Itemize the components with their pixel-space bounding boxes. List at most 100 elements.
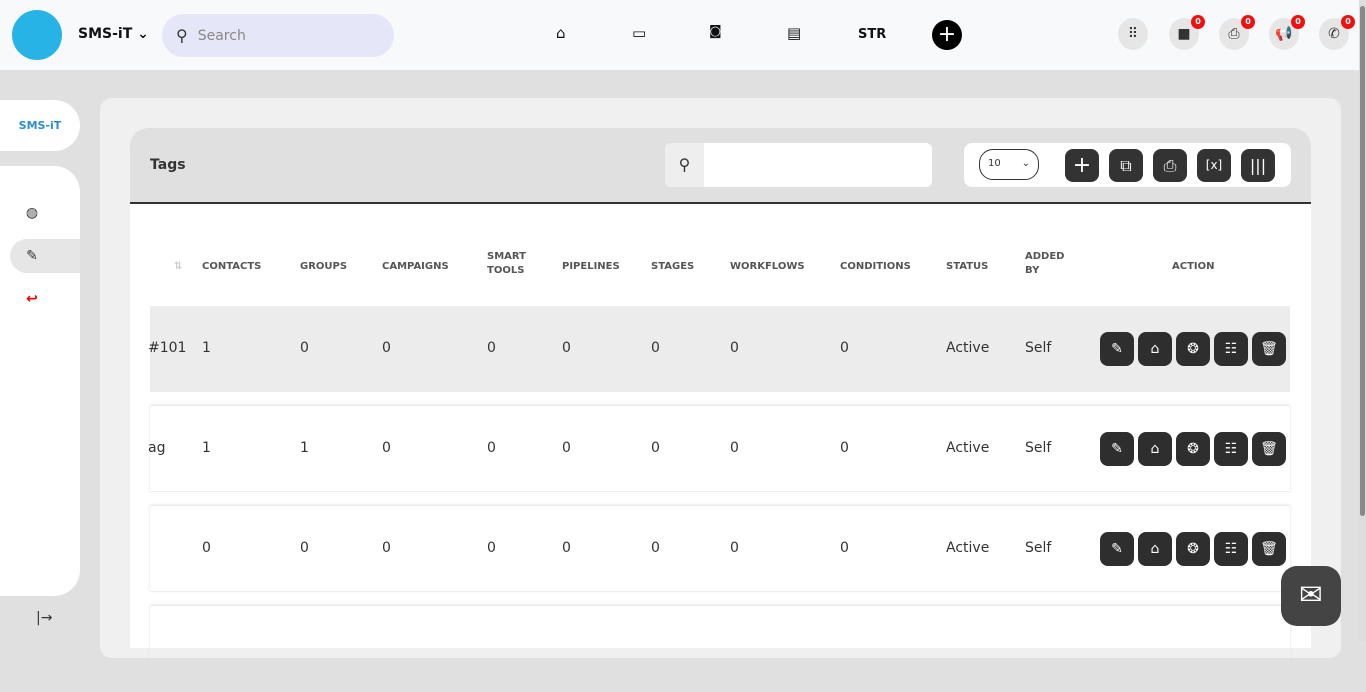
calls-badge: 0 — [1341, 15, 1355, 29]
apps-grid-button[interactable]: ⠿ — [1118, 18, 1148, 50]
cell-pipelines: 0 — [562, 540, 571, 556]
cell-stages: 0 — [651, 540, 660, 556]
tag-name: ag — [148, 440, 166, 456]
settings-list-button[interactable]: ☷ — [1214, 432, 1248, 466]
fingerprint-button[interactable]: ❂ — [1176, 432, 1210, 466]
printer-icon: ⎙ — [1228, 26, 1240, 42]
cell-pipelines: 0 — [562, 440, 571, 456]
header-smart-tools[interactable]: SMART TOOLS — [487, 250, 527, 278]
header-added-by[interactable]: ADDED BY — [1025, 250, 1065, 278]
delete-button[interactable]: 🗑 — [1252, 532, 1286, 566]
print-button[interactable]: ⎙ — [1153, 149, 1187, 182]
str-link[interactable]: STR — [858, 27, 886, 42]
edit-button[interactable]: ✎ — [1100, 332, 1134, 366]
row-actions: ✎ ⌂ ❂ ☷ 🗑 — [1100, 532, 1286, 566]
edit-button[interactable]: ✎ — [1100, 532, 1134, 566]
table-row: ag 1 1 0 0 0 0 0 0 Active Self ✎ ⌂ ❂ ☷ 🗑 — [148, 406, 1290, 492]
header-workflows[interactable]: WORKFLOWS — [730, 260, 805, 274]
header-contacts[interactable]: CONTACTS — [202, 260, 261, 274]
cell-status: Active — [946, 340, 990, 356]
add-tag-button[interactable]: ⌂ — [1138, 532, 1172, 566]
cell-added-by: Self — [1025, 340, 1052, 356]
messages-button[interactable]: ■ 0 — [1169, 15, 1205, 50]
delete-button[interactable]: 🗑 — [1252, 332, 1286, 366]
edit-button[interactable]: ✎ — [1100, 432, 1134, 466]
cell-workflows: 0 — [730, 540, 739, 556]
fingerprint-button[interactable]: ❂ — [1176, 332, 1210, 366]
cell-campaigns: 0 — [382, 440, 391, 456]
sort-icon[interactable]: ⇅ — [174, 260, 182, 274]
header-pipelines[interactable]: PIPELINES — [562, 260, 620, 274]
store-icon[interactable]: ▤ — [787, 24, 801, 42]
tag-plus-icon: ⌂ — [1150, 541, 1160, 557]
announcements-button[interactable]: 📢 0 — [1269, 15, 1305, 50]
cell-added-by: Self — [1025, 540, 1052, 556]
delete-button[interactable]: 🗑 — [1252, 432, 1286, 466]
cell-stages: 0 — [651, 440, 660, 456]
printer-badge: 0 — [1241, 15, 1255, 29]
add-tag-button[interactable]: + — [1065, 149, 1099, 182]
collapse-sidebar-button[interactable]: |→ — [36, 610, 52, 626]
edit-icon: ✎ — [1111, 441, 1123, 457]
page-size-select[interactable]: 10 ⌄ — [979, 149, 1039, 180]
header-campaigns[interactable]: CAMPAIGNS — [382, 260, 449, 274]
grid-icon: ⠿ — [1127, 26, 1139, 42]
list-gear-icon: ☷ — [1224, 341, 1238, 357]
mail-chat-button[interactable]: ✉ — [1281, 566, 1341, 626]
trash-icon: 🗑 — [1260, 541, 1278, 557]
megaphone-icon: 📢 — [1275, 26, 1293, 42]
announcements-badge: 0 — [1291, 15, 1305, 29]
scrollbar[interactable] — [1359, 0, 1366, 641]
header-stages[interactable]: STAGES — [651, 260, 694, 274]
cell-contacts: 1 — [202, 440, 211, 456]
edit-icon: ✎ — [26, 248, 38, 264]
trash-icon: 🗑 — [1260, 341, 1278, 357]
columns-button[interactable]: ||| — [1241, 149, 1275, 182]
fingerprint-button[interactable]: ❂ — [1176, 532, 1210, 566]
search-icon: ⚲ — [176, 26, 188, 45]
header-conditions[interactable]: CONDITIONS — [840, 260, 911, 274]
sidebar-item-analytics[interactable]: ◍ — [10, 196, 80, 230]
header-status[interactable]: STATUS — [946, 260, 988, 274]
home-icon[interactable]: ⌂ — [556, 24, 566, 42]
workspace-switcher[interactable]: SMS-iT ⌄ — [78, 26, 149, 42]
settings-list-button[interactable]: ☷ — [1214, 532, 1248, 566]
add-button[interactable]: + — [932, 20, 962, 50]
header-groups[interactable]: GROUPS — [300, 260, 347, 274]
cell-groups: 1 — [300, 440, 309, 456]
cell-status: Active — [946, 440, 990, 456]
table-search-input[interactable]: ⚲ — [665, 143, 932, 187]
add-tag-button[interactable]: ⌂ — [1138, 432, 1172, 466]
cell-conditions: 0 — [840, 540, 849, 556]
cell-campaigns: 0 — [382, 540, 391, 556]
messages-badge: 0 — [1191, 15, 1205, 29]
calls-button[interactable]: ✆ 0 — [1319, 15, 1355, 50]
monitor-icon[interactable]: ▭ — [632, 24, 646, 42]
robot-icon[interactable]: ◙ — [709, 24, 722, 39]
fingerprint-icon: ❂ — [1187, 441, 1199, 457]
search-field[interactable]: ⚲ Search — [162, 14, 394, 57]
row-actions: ✎ ⌂ ❂ ☷ 🗑 — [1100, 432, 1286, 466]
avatar[interactable] — [12, 10, 62, 60]
chevron-down-icon: ⌄ — [137, 26, 149, 42]
export-excel-button[interactable]: [x] — [1197, 149, 1231, 182]
cell-contacts: 1 — [202, 340, 211, 356]
sidebar-item-tags[interactable]: ✎ — [10, 239, 80, 273]
cell-smart-tools: 0 — [487, 340, 496, 356]
page-title: Tags — [150, 157, 186, 173]
table-row — [150, 606, 1290, 692]
cell-groups: 0 — [300, 340, 309, 356]
sidebar-item-back[interactable]: ↩ — [10, 282, 80, 316]
cell-smart-tools: 0 — [487, 540, 496, 556]
printer-button[interactable]: ⎙ 0 — [1219, 15, 1255, 50]
copy-button[interactable]: ⧉ — [1109, 149, 1143, 182]
cell-campaigns: 0 — [382, 340, 391, 356]
cell-stages: 0 — [651, 340, 660, 356]
fingerprint-icon: ❂ — [1187, 341, 1199, 357]
settings-list-button[interactable]: ☷ — [1214, 332, 1248, 366]
add-tag-button[interactable]: ⌂ — [1138, 332, 1172, 366]
search-placeholder: Search — [197, 27, 246, 44]
cell-smart-tools: 0 — [487, 440, 496, 456]
trash-icon: 🗑 — [1260, 441, 1278, 457]
table-row: #101 1 0 0 0 0 0 0 0 Active Self ✎ ⌂ ❂ ☷ 🗑 — [148, 306, 1290, 392]
